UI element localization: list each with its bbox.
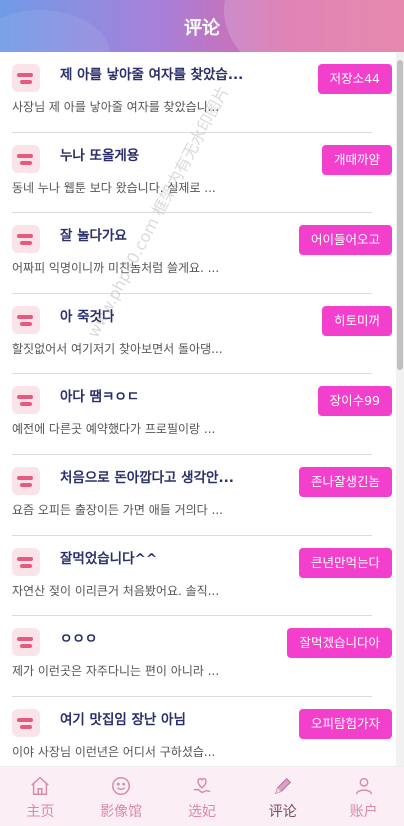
user-icon	[355, 777, 372, 795]
comment-preview: 사장님 제 아를 낳아줄 여자를 찾았습니...	[12, 100, 220, 114]
smile-icon	[112, 777, 131, 795]
tab-label: 主页	[26, 804, 55, 820]
home-icon	[31, 776, 50, 795]
comment-title: 아 죽것다	[60, 308, 115, 325]
app-header: 评论	[0, 0, 404, 52]
tab-comments[interactable]: 评论	[242, 767, 323, 826]
list-item[interactable]: 잘 놀다가요 어짜피 익명이니까 미친놈처럼 쓸게요. ... 어이들어오고	[0, 213, 396, 294]
comment-icon	[12, 144, 40, 173]
comment-title: 누나 또올게용	[60, 147, 140, 164]
tab-gallery[interactable]: 影像馆	[81, 767, 162, 826]
author-button[interactable]: 개때까얌	[321, 144, 392, 175]
tab-account[interactable]: 账户	[323, 767, 404, 826]
comment-title: 잘 놀다가요	[60, 228, 127, 245]
author-button[interactable]: 저장소44	[317, 64, 392, 94]
list-item[interactable]: 잘먹었습니다^^ 자연산 젖이 이리큰거 처음봤어요. 솔직... 큰년만먹는다	[0, 536, 396, 617]
author-button[interactable]: 큰년만먹는다	[298, 547, 392, 578]
comment-title: 잘먹었습니다^^	[60, 550, 158, 567]
comment-preview: 예전에 다른곳 예약했다가 프로필이랑 ...	[12, 422, 216, 437]
comment-icon	[12, 64, 40, 92]
list-item[interactable]: 제 아를 낳아줄 여자를 찾았습... 사장님 제 아를 낳아줄 여자를 찾았습…	[0, 52, 396, 133]
scrollbar-thumb[interactable]	[397, 60, 403, 370]
comment-preview: 할짓없어서 여기저기 찾아보면서 돌아댕...	[12, 341, 223, 356]
comment-preview: 어짜피 익명이니까 미친놈처럼 쓸게요. ...	[12, 261, 220, 276]
list-item[interactable]: 누나 또올게용 동네 누나 웹툰 보다 왔습니다. 실제로 ... 개때까얌	[0, 133, 396, 214]
comment-preview: 동네 누나 웹툰 보다 왔습니다. 실제로 ...	[12, 180, 216, 195]
tab-home[interactable]: 主页	[0, 767, 81, 826]
list-item[interactable]: 아 죽것다 할짓없어서 여기저기 찾아보면서 돌아댕... 히토미꺼	[0, 294, 396, 375]
author-button[interactable]: 장이수99	[317, 386, 392, 417]
comment-icon	[12, 466, 40, 495]
bottom-tab-bar: 主页 影像馆 选妃 评论 账户	[0, 766, 404, 826]
tab-select[interactable]: 选妃	[162, 767, 243, 826]
author-button[interactable]: 히토미꺼	[321, 305, 392, 336]
comment-title: 아다 땜ㅋㅇㄷ	[60, 389, 140, 406]
pencil-icon	[274, 778, 291, 795]
heart-hand-icon	[193, 777, 211, 794]
tab-label: 影像馆	[100, 804, 143, 820]
comment-title: 처음으로 돈아깝다고 생각안...	[60, 469, 234, 486]
comment-list: 제 아를 낳아줄 여자를 찾았습... 사장님 제 아를 낳아줄 여자를 찾았습…	[0, 52, 396, 777]
tab-label: 选妃	[187, 804, 216, 820]
list-item[interactable]: ㅇㅇㅇ 제가 이런곳은 자주다니는 편이 아니라 ... 잘먹겠습니다아	[0, 616, 396, 697]
comment-icon	[12, 547, 40, 576]
page-title: 评论	[184, 18, 220, 39]
list-item[interactable]: 처음으로 돈아깝다고 생각안... 요즘 오피든 출장이든 가면 애들 거의다 …	[0, 455, 396, 536]
tab-label: 评论	[268, 804, 297, 820]
comment-preview: 자연산 젖이 이리큰거 처음봤어요. 솔직...	[12, 583, 220, 598]
comment-icon	[12, 305, 40, 334]
comment-icon	[12, 386, 40, 415]
comment-icon	[12, 628, 40, 657]
comment-title: 여기 맛집임 장난 아님	[60, 711, 186, 728]
author-button[interactable]: 어이들어오고	[298, 225, 392, 256]
author-button[interactable]: 잘먹겠습니다아	[287, 628, 392, 659]
comment-title: 제 아를 낳아줄 여자를 찾았습...	[60, 67, 244, 83]
comment-icon	[12, 708, 40, 737]
author-button[interactable]: 오피탐험가자	[298, 708, 392, 739]
comment-preview: 제가 이런곳은 자주다니는 편이 아니라 ...	[12, 664, 220, 679]
author-button[interactable]: 존나잘생긴놈	[298, 466, 392, 497]
comment-icon	[12, 225, 40, 254]
list-item[interactable]: 아다 땜ㅋㅇㄷ 예전에 다른곳 예약했다가 프로필이랑 ... 장이수99	[0, 374, 396, 455]
tab-label: 账户	[349, 804, 378, 820]
comment-preview: 요즘 오피든 출장이든 가면 애들 거의다 ...	[12, 502, 223, 517]
comment-title: ㅇㅇㅇ	[60, 631, 98, 648]
comment-preview: 이야 사장님 이런년은 어디서 구하셨습...	[12, 744, 216, 759]
